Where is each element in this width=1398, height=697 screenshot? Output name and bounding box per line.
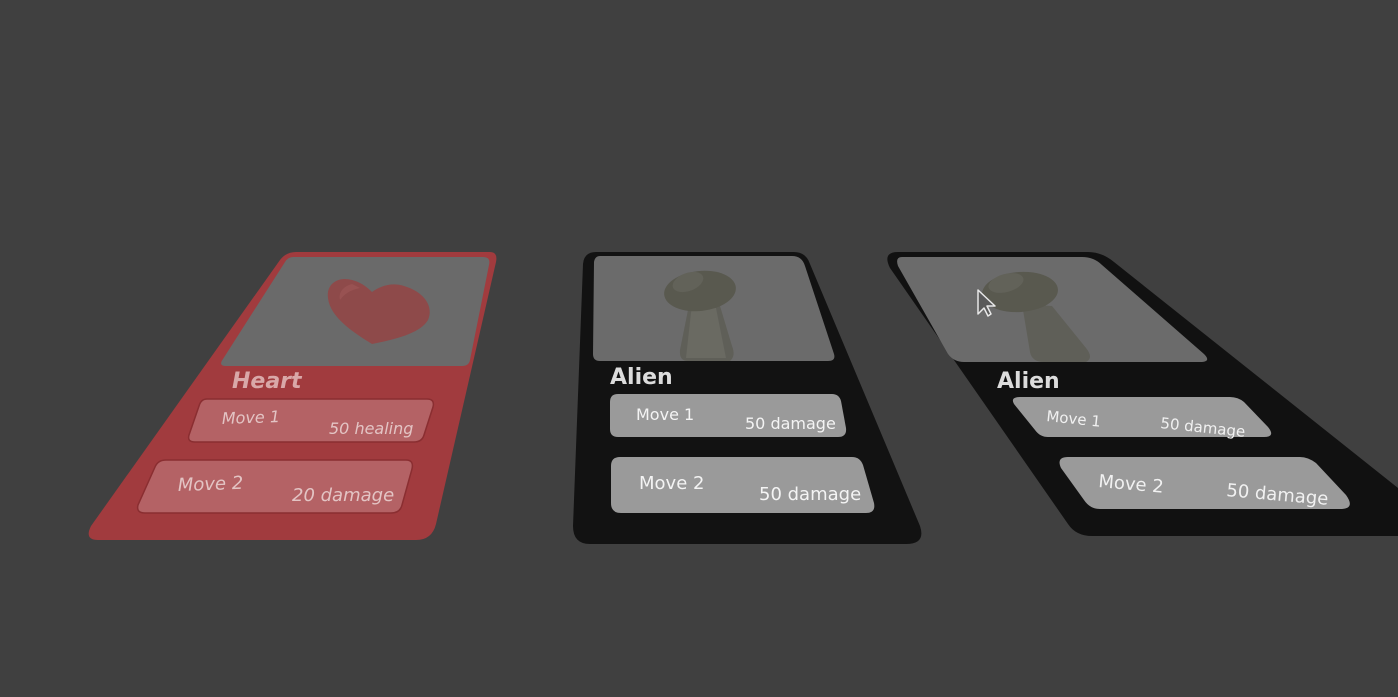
move-value: 20 damage bbox=[292, 485, 394, 506]
card-title: Alien bbox=[610, 365, 673, 390]
cards-view: Heart Move 1 50 healing Move 2 20 damage… bbox=[88, 252, 1398, 544]
card-heart[interactable]: Heart Move 1 50 healing Move 2 20 damage bbox=[88, 252, 497, 540]
game-scene: Heart Move 1 50 healing Move 2 20 damage… bbox=[0, 0, 1398, 697]
move-value: 50 damage bbox=[759, 484, 861, 505]
card-move-2-button[interactable]: Move 2 20 damage bbox=[136, 459, 414, 514]
card-move-2-button[interactable]: Move 2 50 damage bbox=[611, 457, 875, 513]
card-alien-center[interactable]: Alien Move 1 50 damage Move 2 50 damage bbox=[573, 252, 922, 544]
card-move-2-button[interactable]: Move 2 50 damage bbox=[1059, 457, 1350, 510]
card-move-1-button[interactable]: Move 1 50 damage bbox=[610, 394, 847, 437]
move-value: 50 healing bbox=[329, 419, 413, 438]
move-label: Move 1 bbox=[221, 407, 280, 428]
move-value: 50 damage bbox=[745, 414, 836, 433]
card-move-1-button[interactable]: Move 1 50 damage bbox=[1012, 397, 1272, 441]
move-label: Move 2 bbox=[177, 473, 243, 496]
move-label: Move 2 bbox=[639, 473, 704, 494]
card-move-1-button[interactable]: Move 1 50 healing bbox=[187, 398, 435, 443]
card-title: Heart bbox=[232, 369, 303, 394]
move-label: Move 1 bbox=[636, 405, 694, 424]
card-alien-right[interactable]: Alien Move 1 50 damage Move 2 50 damage bbox=[887, 252, 1398, 536]
card-title: Alien bbox=[997, 369, 1060, 394]
